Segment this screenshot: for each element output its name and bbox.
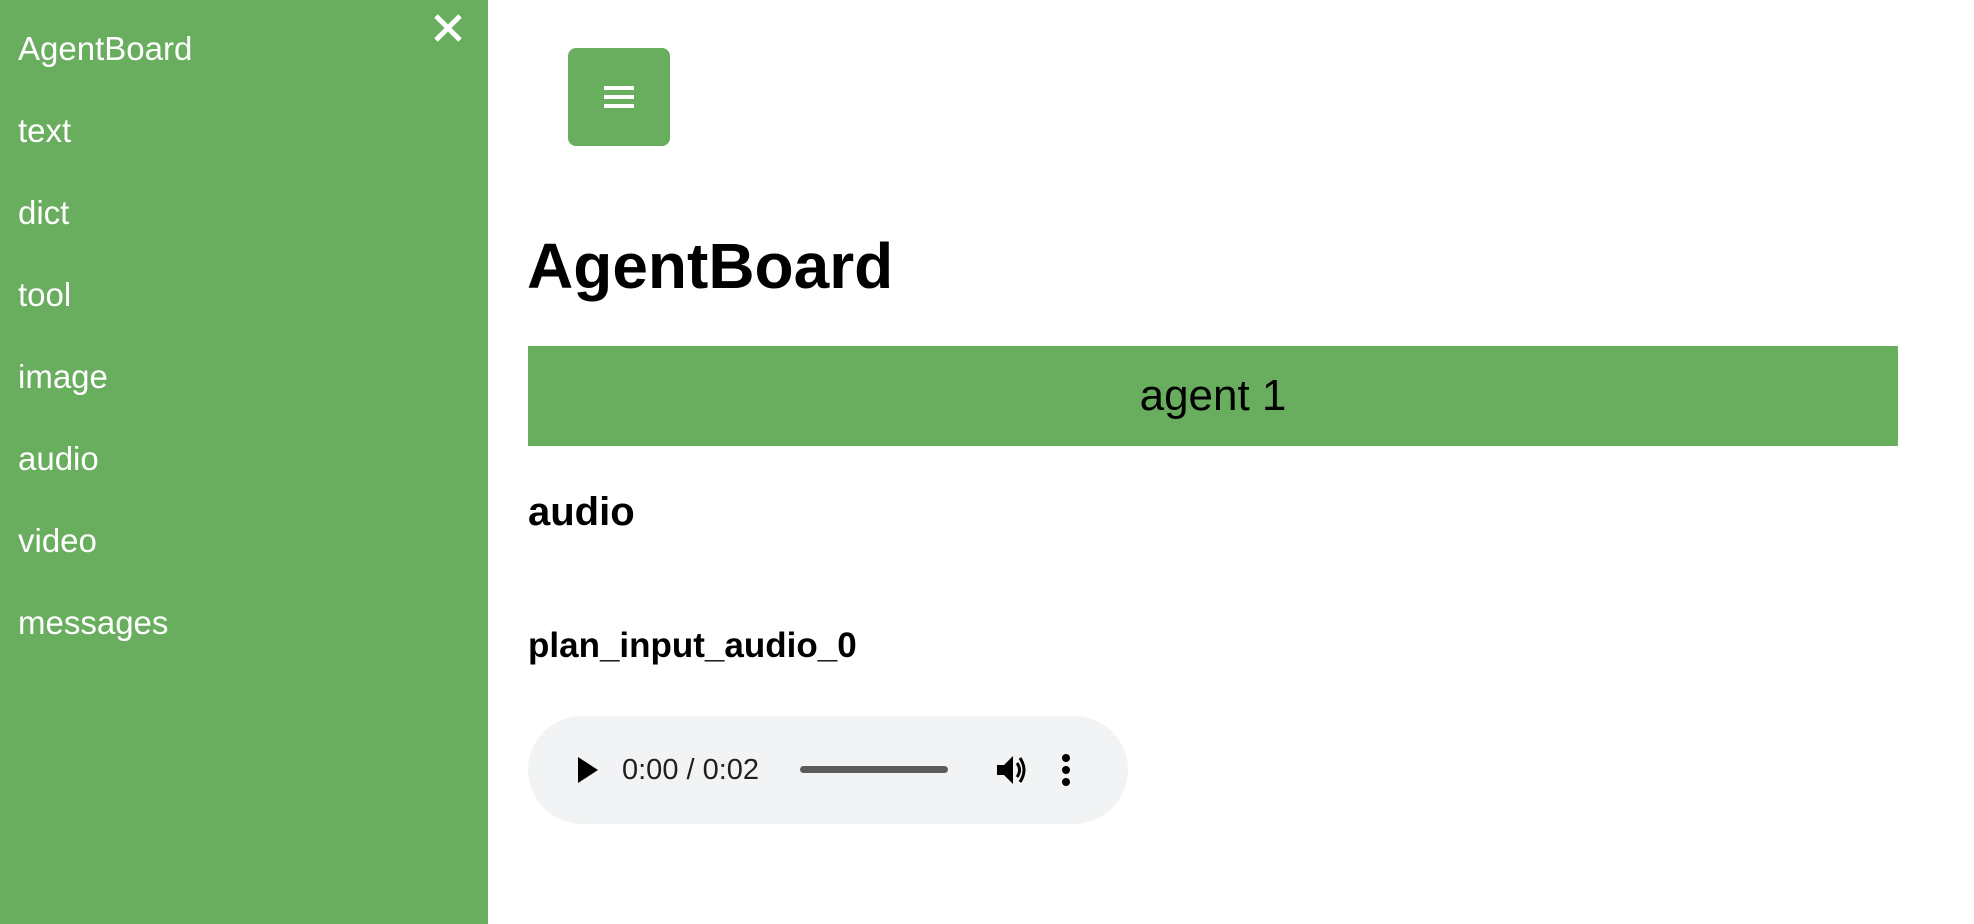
- sidebar-close-button[interactable]: [428, 8, 468, 48]
- sidebar-item-dict[interactable]: dict: [18, 193, 69, 233]
- play-icon: [578, 757, 598, 783]
- sidebar-item-text[interactable]: text: [18, 111, 71, 151]
- agent-header-bar[interactable]: agent 1: [528, 346, 1898, 446]
- audio-player: 0:00 / 0:02: [528, 716, 1128, 824]
- sidebar-item-audio[interactable]: audio: [18, 439, 99, 479]
- more-options-button[interactable]: [1056, 748, 1076, 792]
- section-heading-audio: audio: [528, 490, 635, 534]
- sidebar-item-agentboard[interactable]: AgentBoard: [18, 29, 192, 69]
- menu-toggle-button[interactable]: [568, 48, 670, 146]
- agent-label: agent 1: [1139, 371, 1287, 420]
- seek-slider[interactable]: [800, 764, 948, 774]
- volume-icon: [997, 756, 1026, 784]
- page-title: AgentBoard: [527, 230, 894, 302]
- audio-item-title: plan_input_audio_0: [528, 626, 857, 665]
- seek-track: [800, 766, 948, 773]
- hamburger-menu-icon: [604, 86, 634, 108]
- sidebar-item-messages[interactable]: messages: [18, 603, 168, 643]
- sidebar-item-tool[interactable]: tool: [18, 275, 71, 315]
- play-button[interactable]: [568, 750, 608, 790]
- volume-button[interactable]: [990, 748, 1034, 792]
- close-icon: [434, 14, 462, 42]
- more-vertical-icon: [1062, 754, 1070, 786]
- sidebar-item-video[interactable]: video: [18, 521, 97, 561]
- time-display: 0:00 / 0:02: [622, 754, 760, 786]
- sidebar-item-image[interactable]: image: [18, 357, 108, 397]
- sidebar: AgentBoard text dict tool image audio vi…: [0, 0, 488, 924]
